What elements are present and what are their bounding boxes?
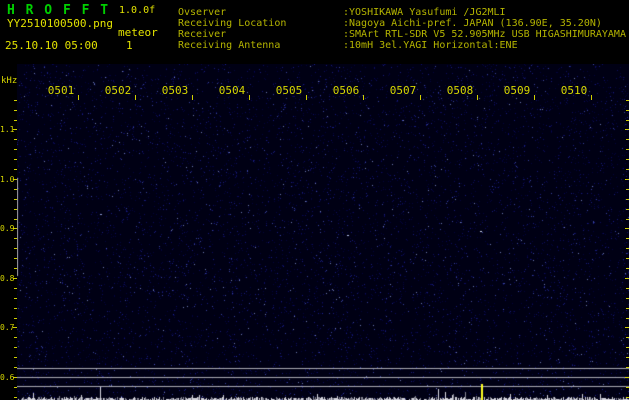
freq-axis-tick <box>14 120 17 121</box>
station-info-label: Receiver <box>178 29 227 40</box>
frequency-unit-label: kHz <box>1 76 18 86</box>
freq-axis-tick <box>14 149 17 150</box>
output-filename: YY2510100500.png <box>7 17 113 30</box>
time-axis-label: 0507 <box>389 84 417 97</box>
time-axis-tick <box>420 95 421 100</box>
time-axis-tick <box>249 95 250 100</box>
station-info-row: Receiving Antenna :10mH 3el.YAGI Horizont… <box>178 40 626 51</box>
time-axis-tick <box>306 95 307 100</box>
observation-datetime: 25.10.10 05:00 <box>5 39 98 52</box>
freq-axis-tick <box>14 209 17 210</box>
freq-axis-tick-right <box>625 278 629 279</box>
station-info-value: :YOSHIKAWA Yasufumi /JG2MLI <box>343 7 506 18</box>
freq-axis-label: 0.7 <box>0 323 15 332</box>
meteor-count: 1 <box>126 39 133 52</box>
station-info-label: Ovserver <box>178 7 227 18</box>
station-info-block: Ovserver:YOSHIKAWA Yasufumi /JG2MLI Recei… <box>178 7 626 51</box>
spectrogram-canvas <box>17 64 629 400</box>
time-axis-tick <box>534 95 535 100</box>
freq-axis-tick <box>14 199 17 200</box>
station-info-row: Receiver :SMArt RTL-SDR V5 52.905MHz USB … <box>178 29 626 40</box>
time-axis-tick <box>591 95 592 100</box>
freq-axis-tick <box>14 387 17 388</box>
station-info-row: Receiving Location :Nagoya Aichi-pref. JA… <box>178 18 626 29</box>
time-axis-label: 0501 <box>47 84 75 97</box>
freq-axis-tick <box>14 110 17 111</box>
freq-axis-label: 0.8 <box>0 274 15 283</box>
freq-axis-tick <box>14 308 17 309</box>
freq-axis-tick-right <box>625 377 629 378</box>
station-info-value: :10mH 3el.YAGI Horizontal:ENE <box>343 40 518 51</box>
time-axis-label: 0509 <box>503 84 531 97</box>
freq-axis-tick <box>14 189 17 190</box>
station-info-value: :SMArt RTL-SDR V5 52.905MHz USB HIGASHIM… <box>343 29 626 40</box>
time-axis-tick <box>135 95 136 100</box>
time-axis-label: 0502 <box>104 84 132 97</box>
freq-axis-tick <box>14 347 17 348</box>
freq-axis-label: 0.9 <box>0 224 15 233</box>
time-axis-label: 0508 <box>446 84 474 97</box>
app-title: H R O F F T <box>7 3 110 18</box>
freq-axis-tick <box>14 397 17 398</box>
freq-axis-tick-right <box>625 129 629 130</box>
time-axis-label: 0505 <box>275 84 303 97</box>
freq-axis-tick <box>14 169 17 170</box>
freq-axis-tick <box>14 367 17 368</box>
time-axis-tick <box>363 95 364 100</box>
station-info-value: :Nagoya Aichi-pref. JAPAN (136.90E, 35.2… <box>343 18 602 29</box>
freq-axis-tick <box>14 258 17 259</box>
freq-axis-tick <box>14 268 17 269</box>
freq-axis-tick <box>14 219 17 220</box>
time-axis-tick <box>192 95 193 100</box>
station-info-label: Receiving Antenna <box>178 40 281 51</box>
app-version: 1.0.0f <box>119 5 156 16</box>
time-axis-label: 0503 <box>161 84 189 97</box>
freq-axis-tick <box>14 100 17 101</box>
freq-axis-label: 1.0 <box>0 175 15 184</box>
time-axis-tick <box>78 95 79 100</box>
freq-axis-tick <box>14 357 17 358</box>
freq-axis-tick <box>14 337 17 338</box>
freq-axis-tick-right <box>625 327 629 328</box>
freq-axis-tick <box>14 238 17 239</box>
freq-axis-tick <box>14 298 17 299</box>
freq-axis-tick <box>14 248 17 249</box>
freq-axis-label: 1.1 <box>0 125 15 134</box>
station-info-label: Receiving Location <box>178 18 287 29</box>
freq-axis-tick-right <box>625 179 629 180</box>
time-axis-tick <box>477 95 478 100</box>
time-axis-label: 0506 <box>332 84 360 97</box>
freq-axis-tick-right <box>625 228 629 229</box>
station-info-row: Ovserver :YOSHIKAWA Yasufumi /JG2MLI <box>178 7 626 18</box>
time-axis-label: 0504 <box>218 84 246 97</box>
mode-label: meteor <box>118 26 158 39</box>
freq-axis-tick <box>14 318 17 319</box>
freq-axis-label: 0.6 <box>0 373 15 382</box>
hrofft-window: H R O F F T 1.0.0f YY2510100500.png mete… <box>0 0 629 400</box>
freq-axis-tick <box>14 288 17 289</box>
freq-axis-tick <box>14 139 17 140</box>
freq-axis-tick <box>14 159 17 160</box>
time-axis-label: 0510 <box>560 84 588 97</box>
